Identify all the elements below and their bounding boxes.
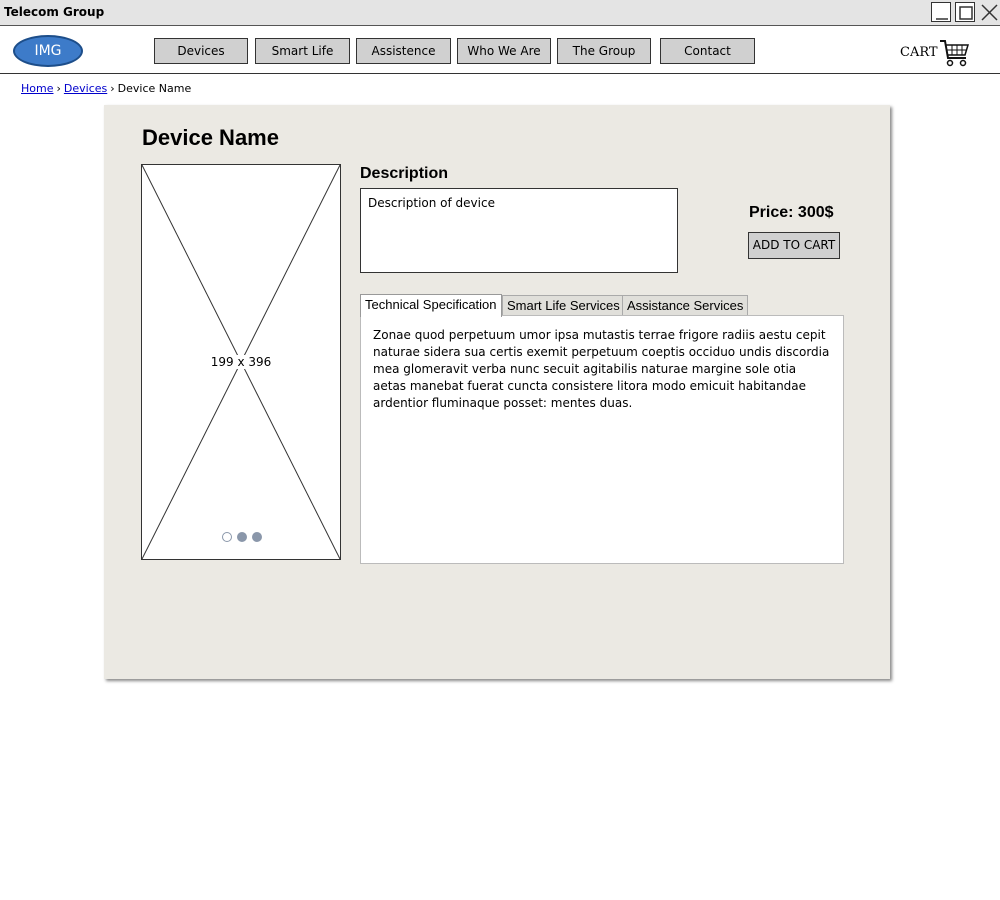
site-header: IMG Devices Smart Life Assistence Who We…: [0, 26, 1000, 74]
carousel-dot-3[interactable]: [252, 532, 262, 542]
minimize-icon: [936, 18, 948, 20]
shopping-cart-icon[interactable]: [938, 38, 970, 68]
tab-content: Zonae quod perpetuum umor ipsa mutastis …: [360, 315, 844, 564]
minimize-button[interactable]: [931, 2, 951, 22]
image-dimensions: 199 x 396: [208, 355, 274, 369]
carousel-dot-2[interactable]: [237, 532, 247, 542]
price-label: Price: 300$: [749, 204, 834, 221]
tab-assistance-services[interactable]: Assistance Services: [622, 295, 749, 316]
device-image-carousel[interactable]: 199 x 396: [141, 164, 341, 560]
nav-the-group[interactable]: The Group: [557, 38, 651, 64]
description-box: Description of device: [360, 188, 678, 273]
nav-smart-life[interactable]: Smart Life: [255, 38, 350, 64]
nav-devices[interactable]: Devices: [154, 38, 248, 64]
page-title: Device Name: [142, 125, 279, 150]
nav-who-we-are[interactable]: Who We Are: [457, 38, 551, 64]
description-heading: Description: [360, 165, 449, 182]
breadcrumb-current: Device Name: [117, 82, 192, 95]
breadcrumb-home[interactable]: Home: [21, 82, 53, 95]
carousel-dot-1[interactable]: [222, 532, 232, 542]
maximize-icon: [959, 6, 973, 20]
add-to-cart-button[interactable]: ADD TO CART: [748, 232, 840, 259]
nav-contact[interactable]: Contact: [660, 38, 755, 64]
breadcrumb-separator: ›: [110, 82, 115, 95]
breadcrumb-separator: ›: [56, 82, 61, 95]
logo[interactable]: IMG: [13, 35, 83, 67]
breadcrumb: Home › Devices › Device Name: [21, 82, 191, 95]
breadcrumb-devices[interactable]: Devices: [64, 82, 107, 95]
cart-label[interactable]: CART: [900, 45, 938, 60]
close-button[interactable]: [979, 2, 999, 22]
carousel-dots: [222, 527, 267, 546]
window-titlebar: Telecom Group: [0, 0, 1000, 26]
maximize-button[interactable]: [955, 2, 975, 22]
window-title: Telecom Group: [4, 5, 105, 19]
close-icon: [981, 4, 998, 21]
tab-smart-life-services[interactable]: Smart Life Services: [502, 295, 625, 316]
nav-assistence[interactable]: Assistence: [356, 38, 451, 64]
tab-technical-specification[interactable]: Technical Specification: [360, 294, 502, 317]
